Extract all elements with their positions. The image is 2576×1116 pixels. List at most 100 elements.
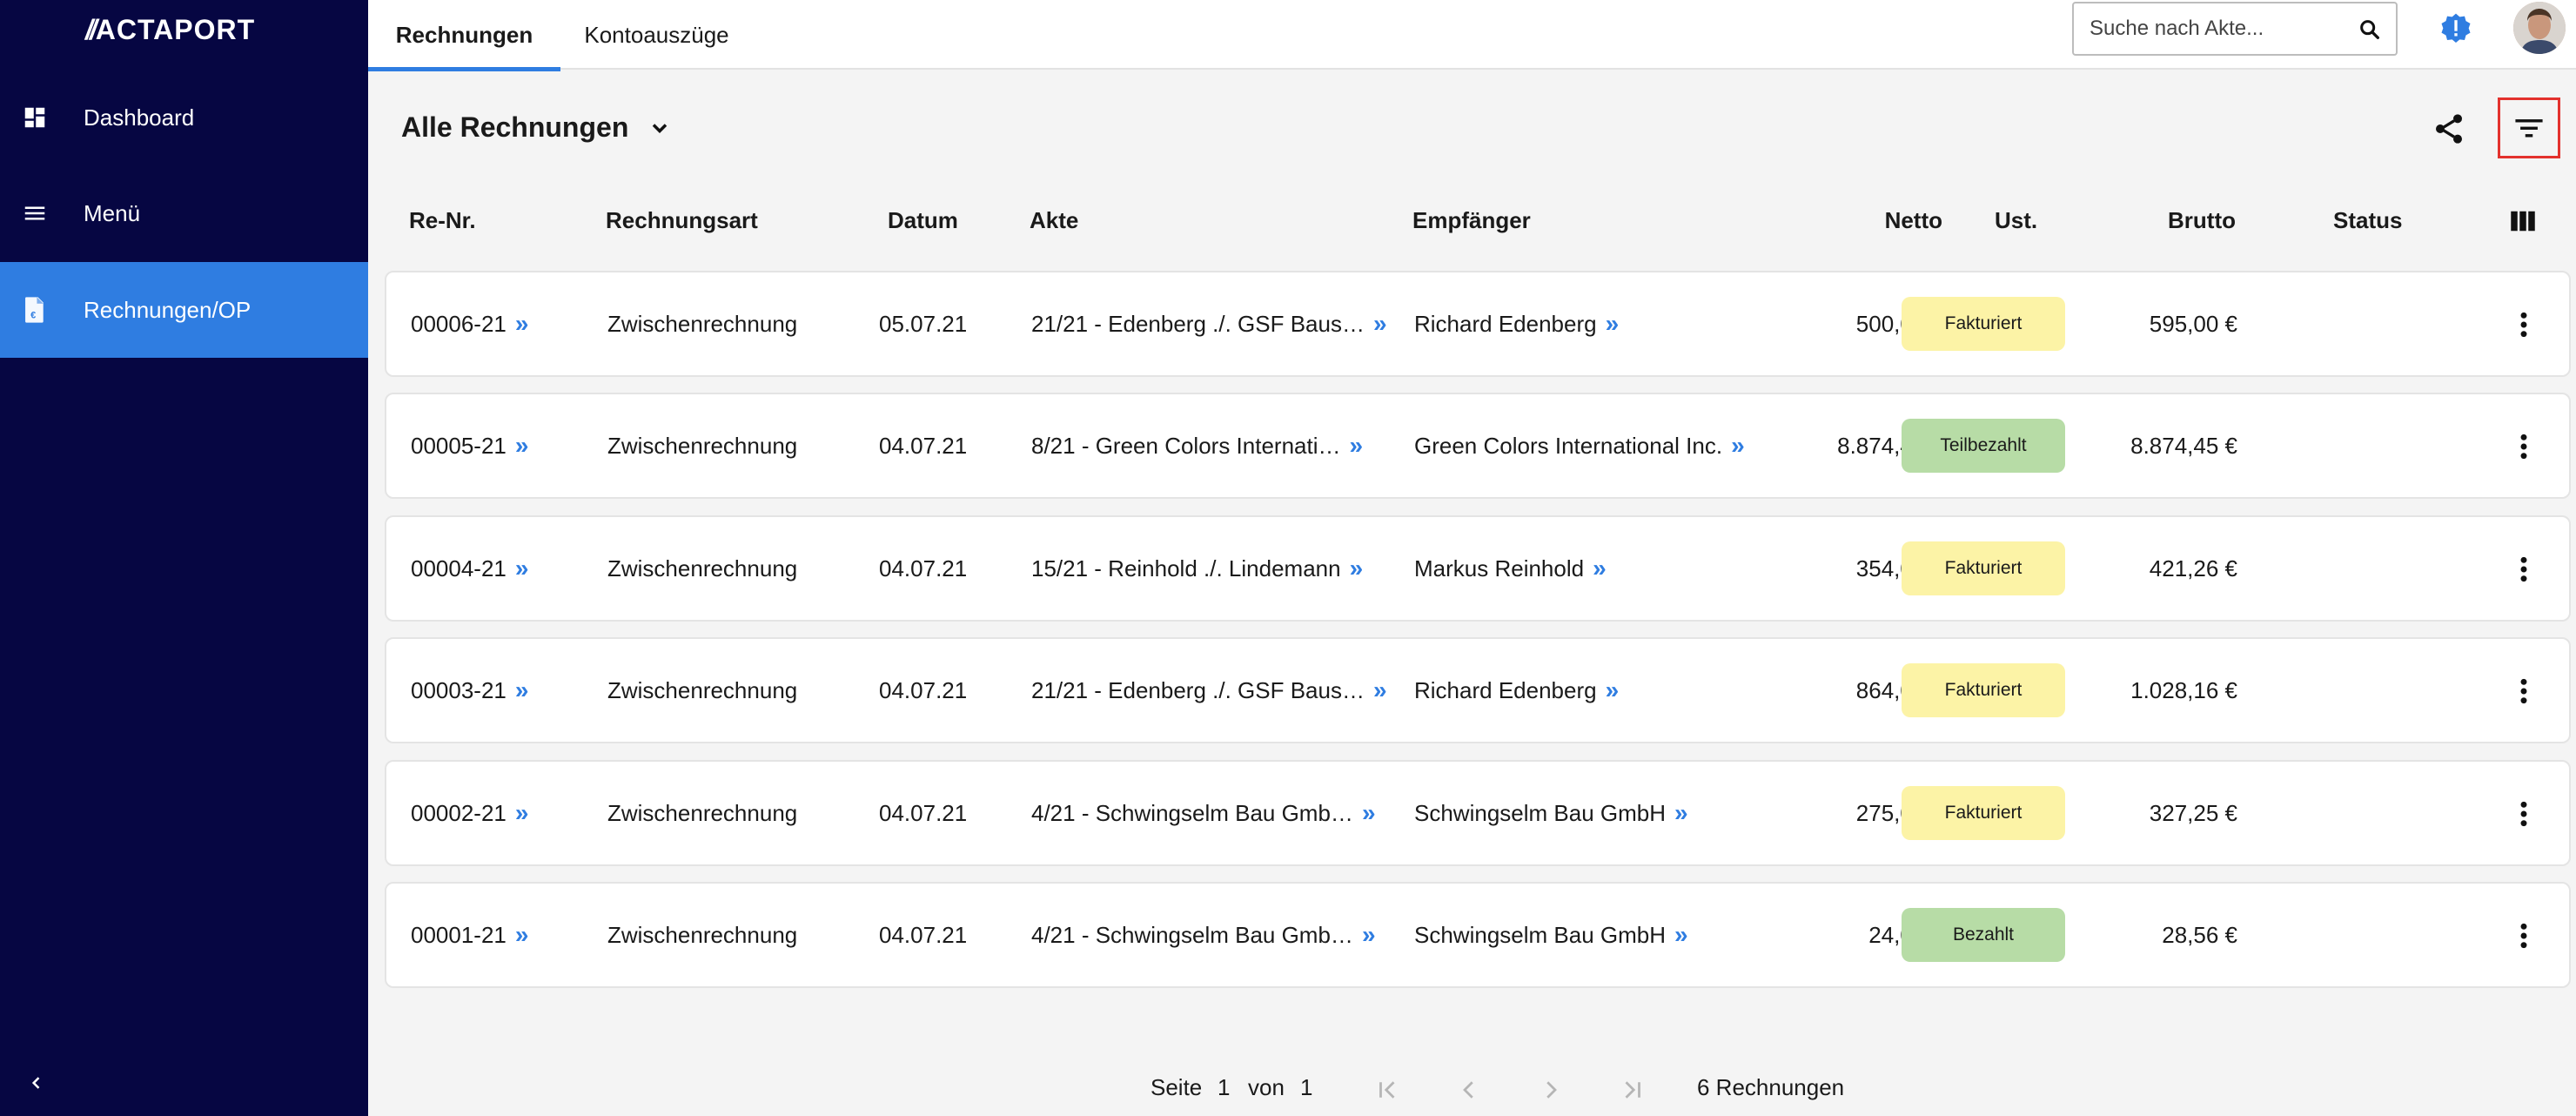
status-badge: Fakturiert [1902, 663, 2065, 717]
column-header-empfaenger[interactable]: Empfänger [1412, 207, 1531, 234]
filter-button[interactable] [2498, 97, 2560, 158]
open-recipient-link-icon[interactable]: » [1731, 432, 1745, 460]
open-case-link-icon[interactable]: » [1362, 921, 1376, 949]
open-case-link-icon[interactable]: » [1350, 432, 1364, 460]
cell-akte: 21/21 - Edenberg ./. GSF Baus… » [1031, 639, 1387, 742]
open-invoice-link-icon[interactable]: » [515, 432, 529, 460]
tab-rechnungen[interactable]: Rechnungen [368, 0, 560, 71]
column-header-datum[interactable]: Datum [888, 207, 958, 234]
row-actions-button[interactable] [2508, 552, 2539, 587]
more-vertical-icon [2520, 801, 2527, 827]
status-badge: Fakturiert [1902, 786, 2065, 840]
table-row[interactable]: 00003-21 » Zwischenrechnung 04.07.21 21/21 -… [385, 637, 2571, 743]
cell-brutto: 327,25 € [2149, 799, 2237, 826]
cell-akte: 8/21 - Green Colors Internati… » [1031, 394, 1363, 497]
open-invoice-link-icon[interactable]: » [515, 676, 529, 704]
cell-empfaenger: Schwingselm Bau GmbH » [1414, 884, 1688, 986]
recipient-name: Markus Reinhold [1414, 555, 1585, 582]
status-badge: Fakturiert [1902, 297, 2065, 351]
page-title: Alle Rechnungen [401, 111, 629, 143]
cell-rechnungsart: Zwischenrechnung [607, 799, 798, 826]
cell-brutto: 421,26 € [2149, 555, 2237, 582]
row-actions-button[interactable] [2508, 429, 2539, 464]
row-actions-button[interactable] [2508, 307, 2539, 342]
cell-rechnungsart: Zwischenrechnung [607, 555, 798, 582]
cell-datum: 04.07.21 [879, 432, 968, 459]
share-icon[interactable] [2432, 111, 2466, 146]
next-page-button[interactable] [1533, 1074, 1568, 1106]
open-case-link-icon[interactable]: » [1373, 676, 1387, 704]
open-recipient-link-icon[interactable]: » [1674, 921, 1688, 949]
search-input[interactable] [2090, 17, 2342, 41]
tab-label: Kontoauszüge [584, 21, 729, 48]
open-invoice-link-icon[interactable]: » [515, 310, 529, 338]
sidebar-item-dashboard[interactable]: Dashboard [0, 70, 368, 165]
open-recipient-link-icon[interactable]: » [1606, 676, 1620, 704]
cell-empfaenger: Green Colors International Inc. » [1414, 394, 1745, 497]
open-recipient-link-icon[interactable]: » [1674, 799, 1688, 827]
invoice-number: 00005-21 [411, 432, 506, 459]
open-case-link-icon[interactable]: » [1373, 310, 1387, 338]
table-row[interactable]: 00001-21 » Zwischenrechnung 04.07.21 4/21 - … [385, 882, 2571, 988]
open-case-link-icon[interactable]: » [1362, 799, 1376, 827]
columns-config-icon[interactable] [2510, 209, 2536, 233]
last-page-button[interactable] [1615, 1074, 1650, 1106]
row-actions-button[interactable] [2508, 918, 2539, 953]
open-recipient-link-icon[interactable]: » [1606, 310, 1620, 338]
cell-rechnungsart: Zwischenrechnung [607, 310, 798, 337]
cell-renr: 00004-21 » [411, 517, 528, 620]
cell-datum: 04.07.21 [879, 799, 968, 826]
table-row[interactable]: 00004-21 » Zwischenrechnung 04.07.21 15/21 -… [385, 515, 2571, 622]
recipient-name: Schwingselm Bau GmbH [1414, 921, 1666, 948]
sidebar-collapse-button[interactable] [23, 1069, 50, 1097]
cell-datum: 05.07.21 [879, 310, 968, 337]
notification-alert-icon[interactable] [2438, 12, 2473, 47]
more-vertical-icon [2520, 923, 2527, 949]
cell-akte: 21/21 - Edenberg ./. GSF Baus… » [1031, 272, 1387, 375]
table-row[interactable]: 00002-21 » Zwischenrechnung 04.07.21 4/21 - … [385, 760, 2571, 866]
open-case-link-icon[interactable]: » [1350, 555, 1364, 582]
first-page-button[interactable] [1370, 1074, 1405, 1106]
menu-icon [21, 199, 49, 227]
invoice-number: 00006-21 [411, 310, 506, 337]
cell-renr: 00003-21 » [411, 639, 528, 742]
column-header-renr[interactable]: Re-Nr. [409, 207, 476, 234]
status-badge: Teilbezahlt [1902, 419, 2065, 473]
row-actions-button[interactable] [2508, 674, 2539, 709]
row-actions-button[interactable] [2508, 797, 2539, 831]
column-header-ust[interactable]: Ust. [1995, 207, 2037, 234]
chevron-left-icon [1463, 1081, 1473, 1099]
pagination-page-label: Seite [1150, 1074, 1203, 1100]
sidebar-item-rechnungen[interactable]: € Rechnungen/OP [0, 262, 368, 358]
table-row[interactable]: 00005-21 » Zwischenrechnung 04.07.21 8/21 - … [385, 393, 2571, 499]
cell-renr: 00002-21 » [411, 762, 528, 864]
cell-datum: 04.07.21 [879, 921, 968, 948]
sidebar-item-label: Menü [84, 199, 141, 226]
case-name: 21/21 - Edenberg ./. GSF Baus… [1031, 676, 1365, 703]
open-invoice-link-icon[interactable]: » [515, 921, 529, 949]
open-recipient-link-icon[interactable]: » [1593, 555, 1607, 582]
search-icon[interactable] [2358, 17, 2382, 42]
view-selector[interactable]: Alle Rechnungen [401, 111, 672, 144]
invoice-icon: € [21, 296, 49, 324]
tab-kontoauszuege[interactable]: Kontoauszüge [560, 0, 753, 70]
table-row[interactable]: 00006-21 » Zwischenrechnung 05.07.21 21/21 -… [385, 271, 2571, 377]
sidebar-item-menu[interactable]: Menü [0, 165, 368, 261]
open-invoice-link-icon[interactable]: » [515, 555, 529, 582]
first-page-icon [1379, 1081, 1395, 1099]
column-header-brutto[interactable]: Brutto [2089, 207, 2236, 234]
dashboard-icon [21, 104, 49, 131]
column-header-status[interactable]: Status [2333, 207, 2402, 234]
recipient-name: Richard Edenberg [1414, 676, 1597, 703]
invoice-number: 00003-21 [411, 676, 506, 703]
column-header-netto[interactable]: Netto [1741, 207, 1942, 234]
actaport-logo[interactable]: //ACTAPORT [85, 12, 255, 47]
previous-page-button[interactable] [1452, 1074, 1486, 1106]
cell-renr: 00006-21 » [411, 272, 528, 375]
case-name: 15/21 - Reinhold ./. Lindemann [1031, 555, 1341, 582]
open-invoice-link-icon[interactable]: » [515, 799, 529, 827]
cell-akte: 4/21 - Schwingselm Bau Gmb… » [1031, 884, 1376, 986]
column-header-akte[interactable]: Akte [1030, 207, 1078, 234]
user-avatar[interactable] [2513, 2, 2566, 54]
column-header-rechnungsart[interactable]: Rechnungsart [606, 207, 758, 234]
